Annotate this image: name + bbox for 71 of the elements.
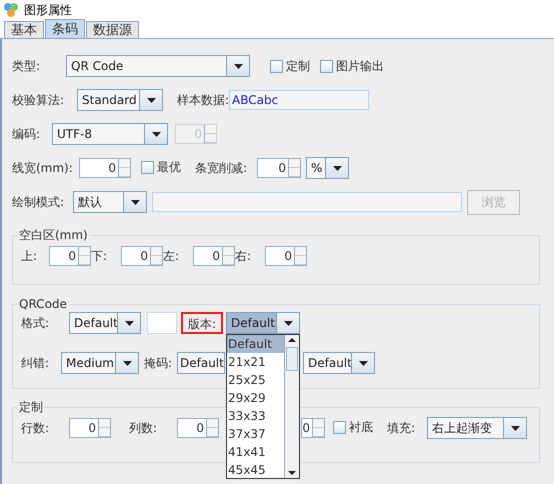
- number-spinner[interactable]: 0: [177, 418, 219, 438]
- dropdown-arrow-icon: [284, 320, 293, 326]
- list-item[interactable]: 37x37: [227, 425, 284, 443]
- field-label: 线宽(mm):: [12, 160, 74, 176]
- dropdown-arrow-icon: [130, 200, 140, 204]
- field-label: 类型:: [12, 58, 42, 74]
- check-algorithm-dropdown[interactable]: Standard: [77, 89, 163, 111]
- number-spinner[interactable]: 0: [257, 158, 301, 178]
- field-label: 纠错:: [21, 354, 50, 372]
- checkbox[interactable]: 定制: [270, 58, 310, 74]
- group-title: 空白区(mm): [18, 227, 89, 244]
- mask-dropdown[interactable]: Default: [177, 352, 225, 374]
- field-label: 下:: [91, 248, 108, 264]
- tab[interactable]: 基本: [4, 21, 44, 38]
- dropdown-arrow-icon: [332, 166, 342, 170]
- field-label: 样本数据:: [177, 92, 230, 108]
- field-label: 右:: [235, 248, 252, 264]
- list-item[interactable]: 41x41: [227, 443, 284, 461]
- number-spinner[interactable]: 0: [265, 246, 307, 266]
- version-dropdown[interactable]: Default: [226, 312, 300, 334]
- scrollbar[interactable]: [284, 335, 300, 478]
- field-label: 列数:: [129, 420, 158, 436]
- fill-dropdown[interactable]: 右上起渐变: [427, 417, 527, 439]
- app-icon: [3, 2, 19, 18]
- tab[interactable]: 数据源: [86, 21, 139, 38]
- list-item[interactable]: Default: [227, 335, 284, 353]
- number-spinner[interactable]: 0: [69, 418, 111, 438]
- list-item[interactable]: 29x29: [227, 389, 284, 407]
- format-field[interactable]: [147, 312, 177, 334]
- dropdown-arrow-icon: [510, 426, 520, 430]
- dropdown-arrow-icon: [124, 320, 134, 326]
- list-item[interactable]: 45x45: [227, 461, 284, 478]
- draw-mode-dropdown[interactable]: 默认: [73, 191, 147, 213]
- number-spinner[interactable]: 0: [49, 246, 91, 266]
- type-dropdown[interactable]: QR Code: [66, 55, 250, 77]
- field-label: 编码:: [12, 126, 42, 142]
- checkbox[interactable]: 图片输出: [320, 58, 384, 74]
- field-label: 上:: [21, 248, 38, 264]
- checkbox[interactable]: 最优: [141, 159, 181, 176]
- tab[interactable]: 条码: [45, 19, 85, 38]
- checkbox[interactable]: 衬底: [333, 419, 373, 436]
- scroll-thumb[interactable]: [286, 347, 298, 371]
- number-spinner[interactable]: 0: [193, 246, 235, 266]
- dropdown-arrow-icon: [152, 132, 160, 136]
- field-label: 绘制模式:: [12, 194, 66, 210]
- field-label: 掩码:: [144, 354, 174, 372]
- file-path-field[interactable]: [152, 192, 462, 212]
- unit-dropdown[interactable]: %: [306, 157, 349, 179]
- group-title: QRCode: [18, 297, 68, 311]
- sample-data-field[interactable]: ABCabc: [229, 90, 370, 110]
- dropdown-arrow-icon: [146, 98, 156, 102]
- field-label: 校验算法:: [12, 92, 66, 108]
- dropdown-arrow-icon: [358, 360, 368, 366]
- dropdown-arrow-icon: [122, 360, 132, 366]
- field-label: 格式:: [21, 314, 50, 332]
- list-item[interactable]: 21x21: [227, 353, 284, 371]
- number-spinner[interactable]: 0: [301, 418, 325, 438]
- field-label: 行数:: [21, 420, 50, 436]
- error-correction-dropdown[interactable]: Medium: [61, 352, 139, 374]
- list-item[interactable]: 33x33: [227, 407, 284, 425]
- field-label: 条宽削减:: [195, 160, 248, 176]
- window-title: 图形属性: [24, 2, 72, 18]
- dropdown-arrow-icon: [234, 64, 242, 68]
- group-title: 定制: [18, 399, 44, 416]
- number-spinner[interactable]: 0: [121, 246, 163, 266]
- list-item[interactable]: 25x25: [227, 371, 284, 389]
- field-label: 填充:: [387, 420, 416, 436]
- field-label: 左:: [163, 248, 180, 264]
- version-label: 版本:: [181, 312, 224, 334]
- encoding-dropdown[interactable]: UTF-8: [52, 123, 168, 145]
- number-spinner[interactable]: 0: [79, 158, 131, 178]
